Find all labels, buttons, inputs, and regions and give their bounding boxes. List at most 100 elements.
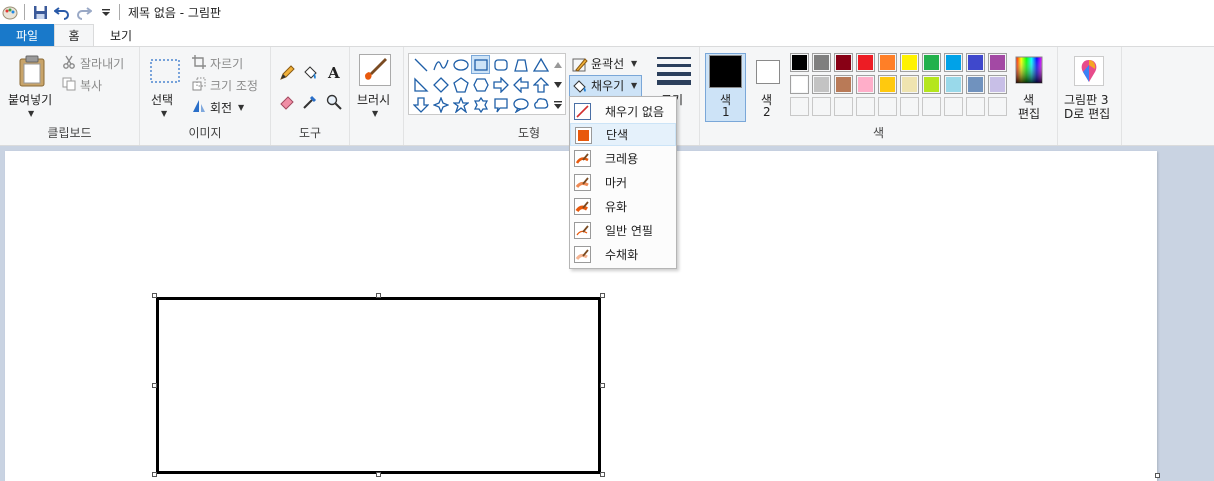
crop-button[interactable]: 자르기: [210, 55, 243, 72]
palette-swatch[interactable]: [900, 53, 919, 72]
palette-empty-swatch[interactable]: [790, 97, 809, 116]
oval-callout-shape-icon[interactable]: [511, 95, 530, 114]
rotate-dropdown-icon[interactable]: ▼: [238, 103, 244, 112]
palette-empty-swatch[interactable]: [834, 97, 853, 116]
gallery-expand-icon[interactable]: [551, 95, 565, 114]
line-shape-icon[interactable]: [411, 55, 430, 74]
fill-option-marker[interactable]: 마커: [570, 171, 676, 194]
paint-app-icon[interactable]: [2, 4, 18, 20]
fill-dropdown-icon[interactable]: ▼: [631, 81, 637, 90]
palette-swatch[interactable]: [988, 75, 1007, 94]
copy-button[interactable]: 복사: [80, 77, 102, 94]
palette-empty-swatch[interactable]: [966, 97, 985, 116]
up-arrow-shape-icon[interactable]: [531, 75, 550, 94]
customize-quick-access-icon[interactable]: [97, 3, 115, 21]
selection-handle-right[interactable]: [600, 383, 605, 388]
gallery-scroll-up-icon[interactable]: [551, 55, 565, 74]
palette-swatch[interactable]: [900, 75, 919, 94]
left-arrow-shape-icon[interactable]: [511, 75, 530, 94]
size-icon[interactable]: [657, 57, 691, 88]
palette-swatch[interactable]: [944, 53, 963, 72]
select-button[interactable]: 선택: [151, 91, 173, 108]
palette-swatch[interactable]: [922, 53, 941, 72]
palette-swatch[interactable]: [988, 53, 1007, 72]
tab-home[interactable]: 홈: [54, 24, 94, 46]
outline-dropdown-icon[interactable]: ▼: [631, 59, 637, 68]
magnifier-icon[interactable]: [326, 94, 342, 113]
palette-swatch[interactable]: [834, 53, 853, 72]
palette-empty-swatch[interactable]: [988, 97, 1007, 116]
fill-option-oil[interactable]: 유화: [570, 195, 676, 218]
oval-shape-icon[interactable]: [451, 55, 470, 74]
paste-button[interactable]: 붙여넣기: [8, 91, 52, 108]
palette-swatch[interactable]: [966, 53, 985, 72]
paste-dropdown-icon[interactable]: ▼: [28, 109, 34, 118]
gallery-scroll-down-icon[interactable]: [551, 75, 565, 94]
paint3d-label-b[interactable]: D로 편집: [1064, 105, 1110, 122]
palette-swatch[interactable]: [878, 53, 897, 72]
selection-handle-bottom-left[interactable]: [152, 472, 157, 477]
palette-swatch[interactable]: [878, 75, 897, 94]
diamond-shape-icon[interactable]: [431, 75, 450, 94]
select-dropdown-icon[interactable]: ▼: [161, 109, 167, 118]
curve-shape-icon[interactable]: [431, 55, 450, 74]
brushes-button[interactable]: 브러시: [357, 91, 390, 108]
pencil-icon[interactable]: [279, 65, 295, 84]
four-point-star-shape-icon[interactable]: [431, 95, 450, 114]
palette-swatch[interactable]: [834, 75, 853, 94]
polygon-shape-icon[interactable]: [511, 55, 530, 74]
resize-icon[interactable]: [192, 77, 206, 94]
paint3d-icon[interactable]: [1074, 56, 1104, 89]
selection-handle-left[interactable]: [152, 383, 157, 388]
brush-icon[interactable]: [359, 54, 391, 89]
outline-button[interactable]: 윤곽선: [591, 55, 624, 72]
undo-icon[interactable]: [53, 3, 71, 21]
color1-swatch[interactable]: [709, 55, 742, 88]
palette-empty-swatch[interactable]: [812, 97, 831, 116]
selection-handle-top-right[interactable]: [600, 293, 605, 298]
palette-empty-swatch[interactable]: [944, 97, 963, 116]
resize-button[interactable]: 크기 조정: [210, 77, 258, 94]
brushes-dropdown-icon[interactable]: ▼: [372, 109, 378, 118]
tab-view[interactable]: 보기: [94, 24, 148, 46]
paste-icon[interactable]: [17, 55, 47, 90]
fill-option-solid[interactable]: 단색: [570, 123, 676, 146]
cut-button[interactable]: 잘라내기: [80, 55, 124, 72]
palette-empty-swatch[interactable]: [856, 97, 875, 116]
hexagon-shape-icon[interactable]: [471, 75, 490, 94]
palette-empty-swatch[interactable]: [878, 97, 897, 116]
palette-swatch[interactable]: [812, 75, 831, 94]
palette-empty-swatch[interactable]: [900, 97, 919, 116]
select-icon[interactable]: [150, 59, 180, 86]
palette-swatch[interactable]: [944, 75, 963, 94]
rotate-button[interactable]: 회전: [210, 99, 232, 116]
five-point-star-shape-icon[interactable]: [451, 95, 470, 114]
rounded-callout-shape-icon[interactable]: [491, 95, 510, 114]
color2-swatch[interactable]: [756, 60, 780, 84]
right-arrow-shape-icon[interactable]: [491, 75, 510, 94]
tab-file[interactable]: 파일: [0, 24, 54, 46]
edit-colors-icon[interactable]: [1015, 56, 1043, 87]
selection-handle-bottom[interactable]: [376, 472, 381, 477]
palette-swatch[interactable]: [790, 75, 809, 94]
fill-icon[interactable]: [572, 78, 588, 97]
palette-swatch[interactable]: [856, 75, 875, 94]
triangle-shape-icon[interactable]: [531, 55, 550, 74]
fill-option-natural-pencil[interactable]: 일반 연필: [570, 219, 676, 242]
fill-option-watercolor[interactable]: 수채화: [570, 243, 676, 266]
fill-bucket-icon[interactable]: [302, 65, 318, 84]
palette-swatch[interactable]: [812, 53, 831, 72]
canvas-resize-handle[interactable]: [1155, 473, 1160, 478]
redo-icon[interactable]: [75, 3, 93, 21]
six-point-star-shape-icon[interactable]: [471, 95, 490, 114]
selection-handle-top-left[interactable]: [152, 293, 157, 298]
selection-handle-top[interactable]: [376, 293, 381, 298]
outline-icon[interactable]: [572, 57, 588, 76]
fill-option-crayon[interactable]: 크레용: [570, 147, 676, 170]
text-icon[interactable]: A: [326, 64, 342, 83]
palette-swatch[interactable]: [966, 75, 985, 94]
palette-swatch[interactable]: [856, 53, 875, 72]
palette-empty-swatch[interactable]: [922, 97, 941, 116]
rectangle-shape-icon[interactable]: [471, 55, 490, 74]
pentagon-shape-icon[interactable]: [451, 75, 470, 94]
